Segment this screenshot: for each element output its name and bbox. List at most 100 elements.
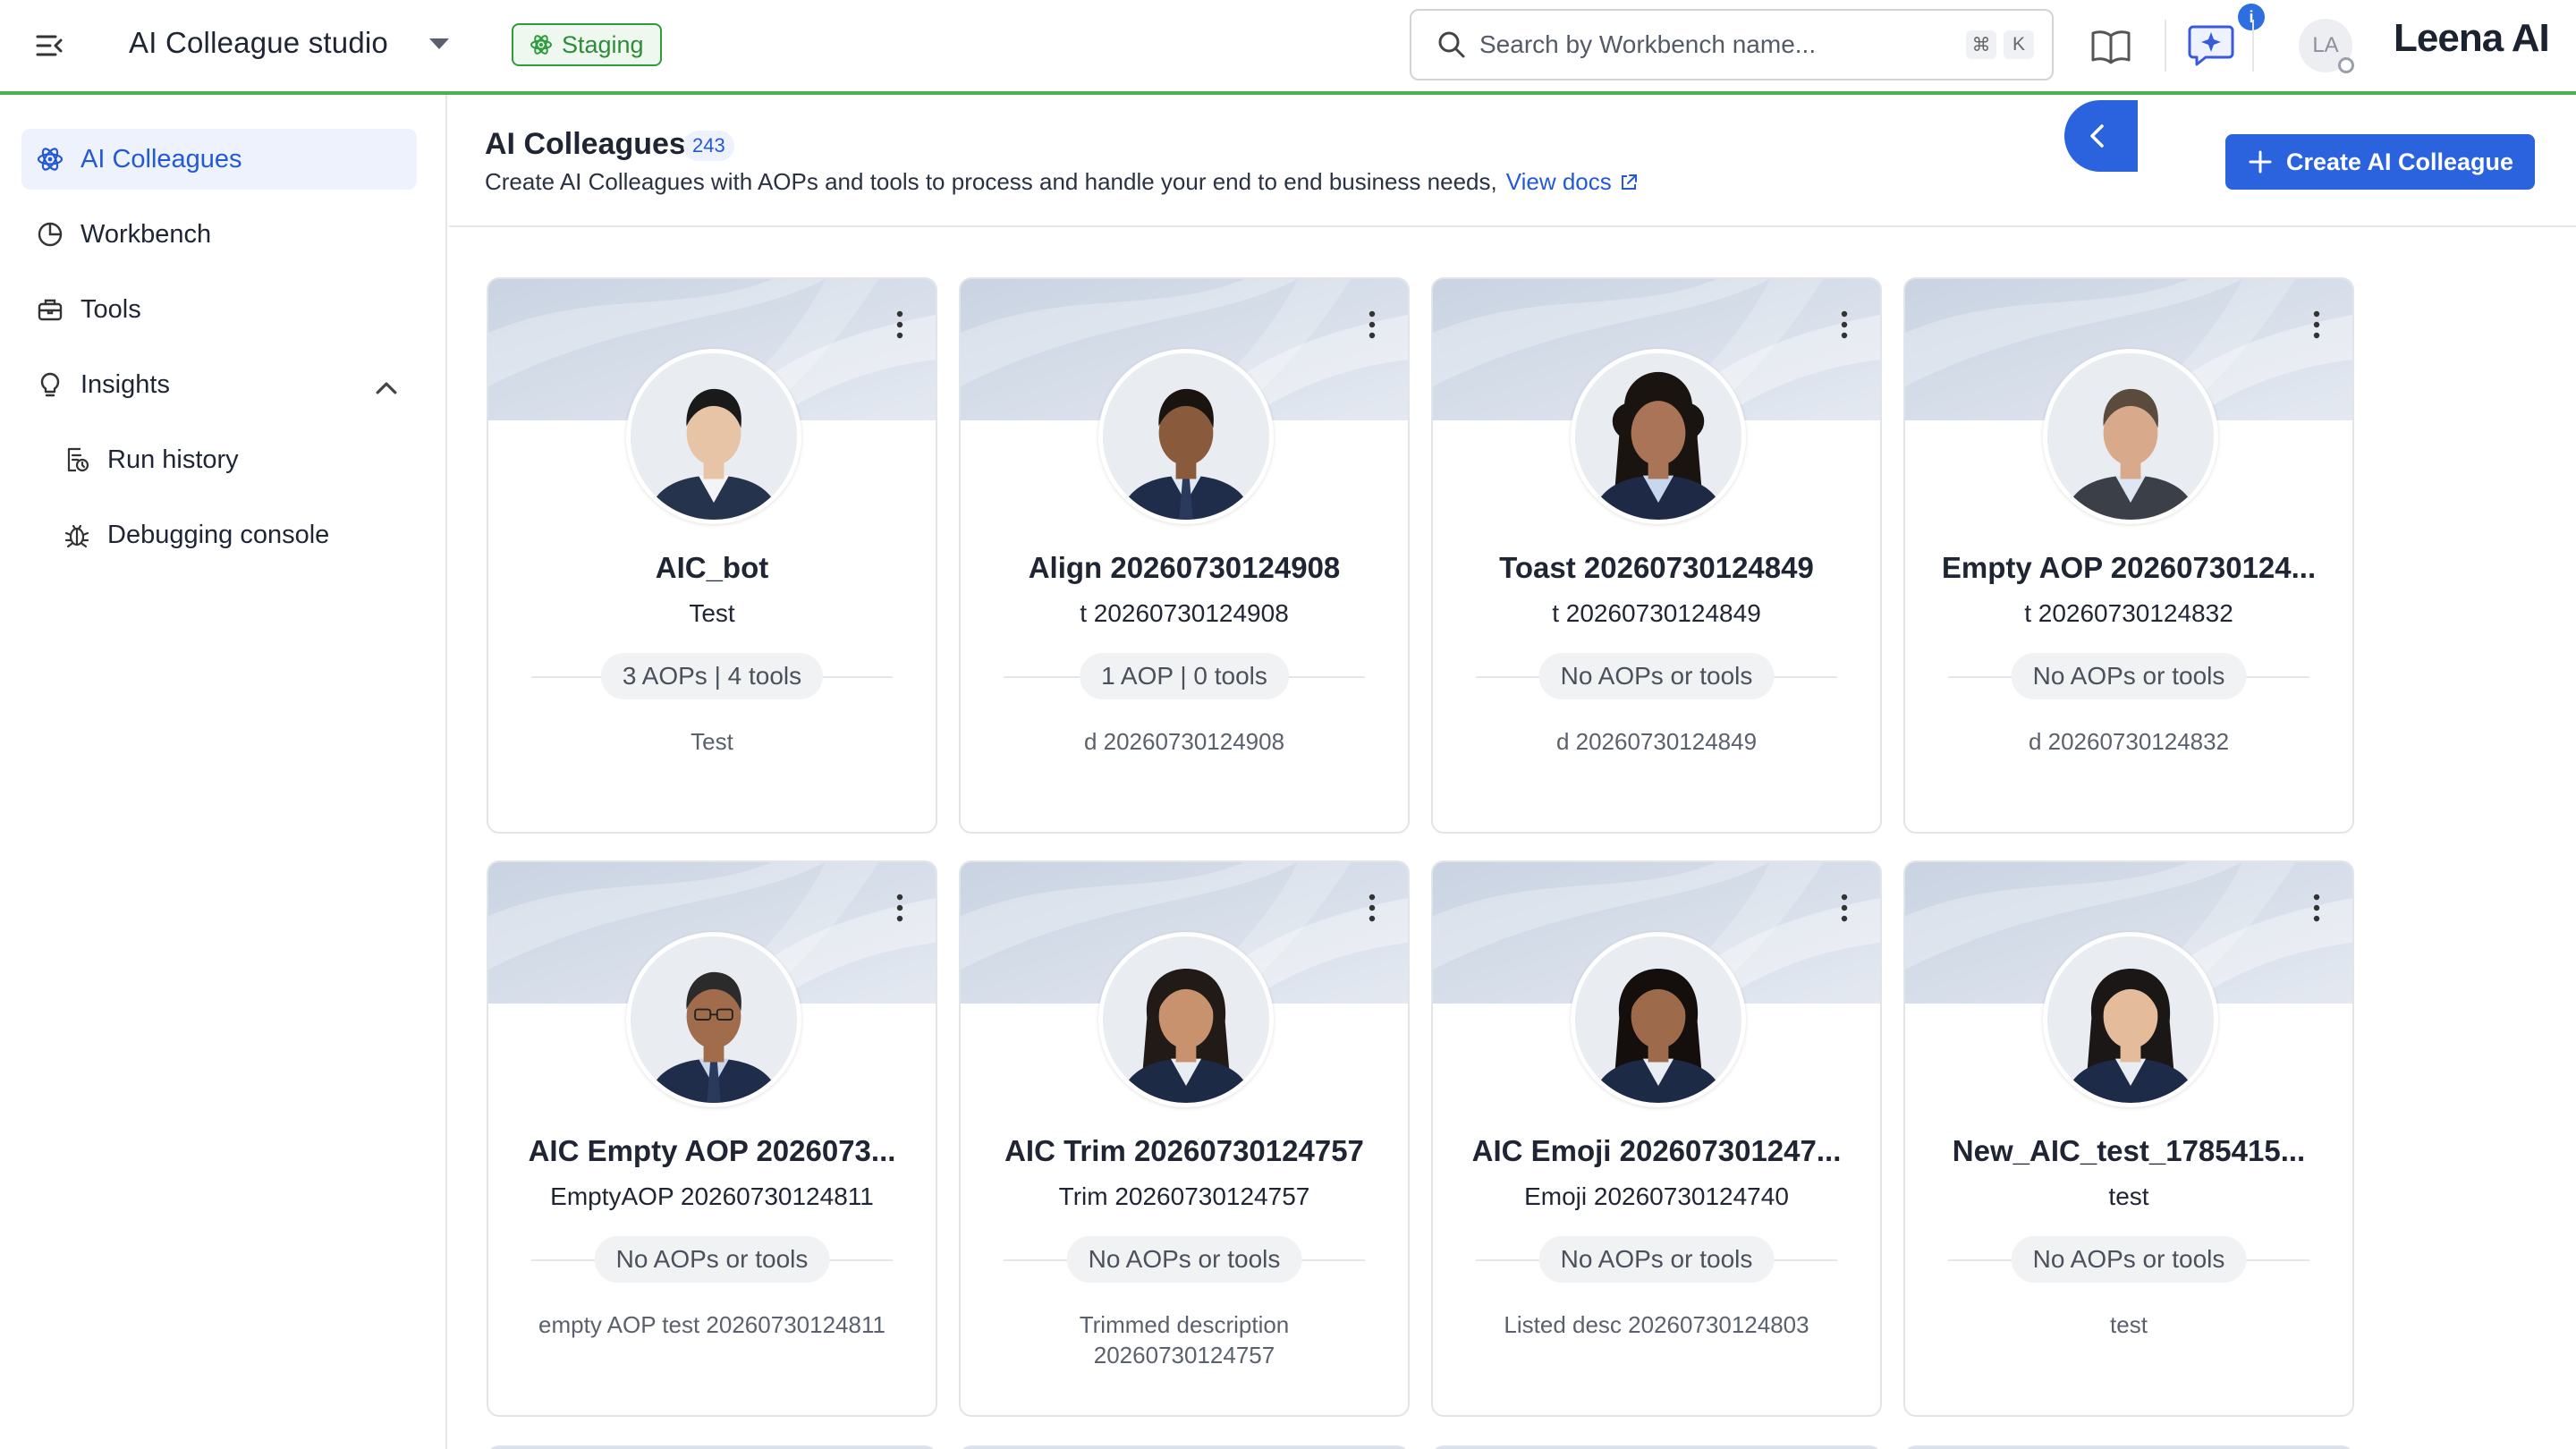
sidebar-item-label: AI Colleagues	[80, 144, 242, 174]
colleague-avatar	[1571, 932, 1746, 1107]
colleague-name: Align 20260730124908	[1028, 551, 1341, 584]
colleague-name: AIC Trim 20260730124757	[1004, 1134, 1364, 1167]
sidebar-item-tools[interactable]: Tools	[21, 279, 417, 340]
colleague-role: Trim 20260730124757	[1058, 1182, 1310, 1210]
brand-logo: Leena AI	[2394, 16, 2550, 70]
sidebar-item-run-history[interactable]: Run history	[48, 429, 417, 490]
colleague-name: Empty AOP 20260730124...	[1941, 551, 2317, 584]
history-doc-icon	[67, 447, 89, 472]
colleague-avatar	[626, 349, 801, 524]
aop-tools-summary: No AOPs or tools	[594, 1236, 830, 1283]
search-shortcut: ⌘ K	[1966, 30, 2034, 59]
view-docs-label: View docs	[1505, 168, 1612, 195]
sidebar-item-label: Insights	[80, 369, 170, 399]
colleague-card[interactable]: AIC Emoji 202607301247... Emoji 20260730…	[1431, 860, 1882, 1417]
atom-icon	[37, 148, 64, 171]
more-options-icon[interactable]	[1367, 309, 1377, 340]
more-options-icon[interactable]	[894, 309, 905, 340]
notification-badge[interactable]: i	[2238, 4, 2265, 30]
aop-tools-summary: 3 AOPs | 4 tools	[600, 653, 824, 699]
colleague-role: Emoji 20260730124740	[1524, 1182, 1789, 1210]
sidebar-item-workbench[interactable]: Workbench	[21, 204, 417, 265]
colleague-card[interactable]: AIC Trim 20260730124757 Trim 20260730124…	[959, 860, 1410, 1417]
more-options-icon[interactable]	[1839, 893, 1850, 923]
plus-icon	[2249, 150, 2272, 174]
page-title: AI Colleagues	[485, 127, 686, 161]
colleague-role: EmptyAOP 20260730124811	[550, 1182, 874, 1210]
colleague-card[interactable]: AIC Empty AOP 2026073... EmptyAOP 202607…	[487, 860, 937, 1417]
colleague-name: AIC Empty AOP 2026073...	[528, 1134, 896, 1167]
count-badge: 243	[683, 131, 734, 161]
page-header: AI Colleagues 243 Create AI Colleagues w…	[449, 95, 2576, 227]
aop-tools-summary: No AOPs or tools	[1538, 653, 1775, 699]
main-content: AI Colleagues 243 Create AI Colleagues w…	[449, 95, 2576, 1449]
colleague-avatar	[1098, 349, 1274, 524]
partial-card	[487, 1445, 937, 1449]
menu-toggle-icon[interactable]	[34, 30, 66, 62]
ai-assistant-icon[interactable]	[2186, 20, 2236, 70]
lightbulb-icon	[40, 372, 60, 397]
environment-badge: Staging	[512, 23, 662, 66]
partial-card	[1431, 1445, 1882, 1449]
chevron-up-icon[interactable]	[372, 374, 401, 402]
aop-tools-summary: No AOPs or tools	[1066, 1236, 1302, 1283]
search-input[interactable]	[1479, 30, 1966, 59]
create-button-label: Create AI Colleague	[2285, 148, 2514, 175]
colleague-name: Toast 20260730124849	[1499, 551, 1814, 584]
colleague-description: Test	[691, 728, 733, 755]
toolbox-icon	[38, 299, 63, 321]
sidebar-item-label: Run history	[107, 445, 239, 474]
aop-tools-summary: No AOPs or tools	[1538, 1236, 1775, 1283]
app-switcher-caret-icon[interactable]	[428, 36, 451, 52]
colleague-role: t 20260730124849	[1552, 599, 1761, 627]
colleague-card[interactable]: Align 20260730124908 t 20260730124908 1 …	[959, 277, 1410, 834]
colleague-card[interactable]: AIC_bot Test 3 AOPs | 4 tools Test	[487, 277, 937, 834]
sidebar-item-ai-colleagues[interactable]: AI Colleagues	[21, 129, 417, 190]
colleague-avatar	[2043, 349, 2218, 524]
colleague-avatar	[2043, 932, 2218, 1107]
colleague-description: empty AOP test 20260730124811	[538, 1311, 886, 1338]
view-docs-link[interactable]: View docs	[1506, 168, 1639, 196]
more-options-icon[interactable]	[2311, 309, 2322, 340]
sidebar-item-insights[interactable]: Insights	[21, 354, 417, 415]
colleague-description: d 20260730124849	[1555, 728, 1758, 755]
search-box[interactable]: ⌘ K	[1410, 9, 2054, 80]
sidebar: AI Colleagues Workbench Tools Insights R…	[0, 95, 447, 1449]
create-ai-colleague-button[interactable]: Create AI Colleague	[2225, 134, 2535, 190]
colleague-avatar	[626, 932, 801, 1107]
more-options-icon[interactable]	[2311, 893, 2322, 923]
sidebar-item-debugging-console[interactable]: Debugging console	[48, 504, 417, 565]
colleague-name: AIC Emoji 202607301247...	[1471, 1134, 1842, 1167]
colleague-description: d 20260730124832	[2028, 728, 2230, 755]
colleague-description: Trimmed description 20260730124757	[1079, 1311, 1290, 1368]
collapse-panel-tab[interactable]	[2064, 100, 2138, 172]
external-link-icon	[1621, 174, 1637, 190]
colleague-avatar	[1098, 932, 1274, 1107]
colleague-role: test	[2108, 1182, 2149, 1210]
colleague-role: t 20260730124832	[2024, 599, 2233, 627]
brand-name: Leena AI	[2394, 16, 2550, 60]
subtitle-text: Create AI Colleagues with AOPs and tools…	[485, 168, 1497, 195]
shortcut-key-k: K	[2004, 30, 2034, 59]
chevron-left-icon	[2090, 124, 2104, 148]
open-book-icon[interactable]	[2089, 27, 2132, 66]
shortcut-key-cmd: ⌘	[1966, 30, 1996, 59]
colleague-description: test	[2110, 1311, 2148, 1338]
aop-tools-summary: No AOPs or tools	[2011, 1236, 2247, 1283]
colleague-role: t 20260730124908	[1080, 599, 1289, 627]
more-options-icon[interactable]	[1367, 893, 1377, 923]
bug-icon	[64, 524, 89, 548]
sidebar-item-label: Debugging console	[107, 520, 330, 549]
more-options-icon[interactable]	[894, 893, 905, 923]
colleague-card[interactable]: Toast 20260730124849 t 20260730124849 No…	[1431, 277, 1882, 834]
status-indicator	[2338, 57, 2354, 73]
aop-tools-summary: No AOPs or tools	[2011, 653, 2247, 699]
atom-icon	[530, 35, 552, 55]
workbench-icon	[38, 222, 63, 247]
colleague-card[interactable]: New_AIC_test_1785415... test No AOPs or …	[1903, 860, 2354, 1417]
colleague-name: AIC_bot	[655, 551, 769, 584]
colleague-card[interactable]: Empty AOP 20260730124... t 2026073012483…	[1903, 277, 2354, 834]
more-options-icon[interactable]	[1839, 309, 1850, 340]
colleague-description: d 20260730124908	[1083, 728, 1285, 755]
page-subtitle: Create AI Colleagues with AOPs and tools…	[485, 168, 1639, 196]
